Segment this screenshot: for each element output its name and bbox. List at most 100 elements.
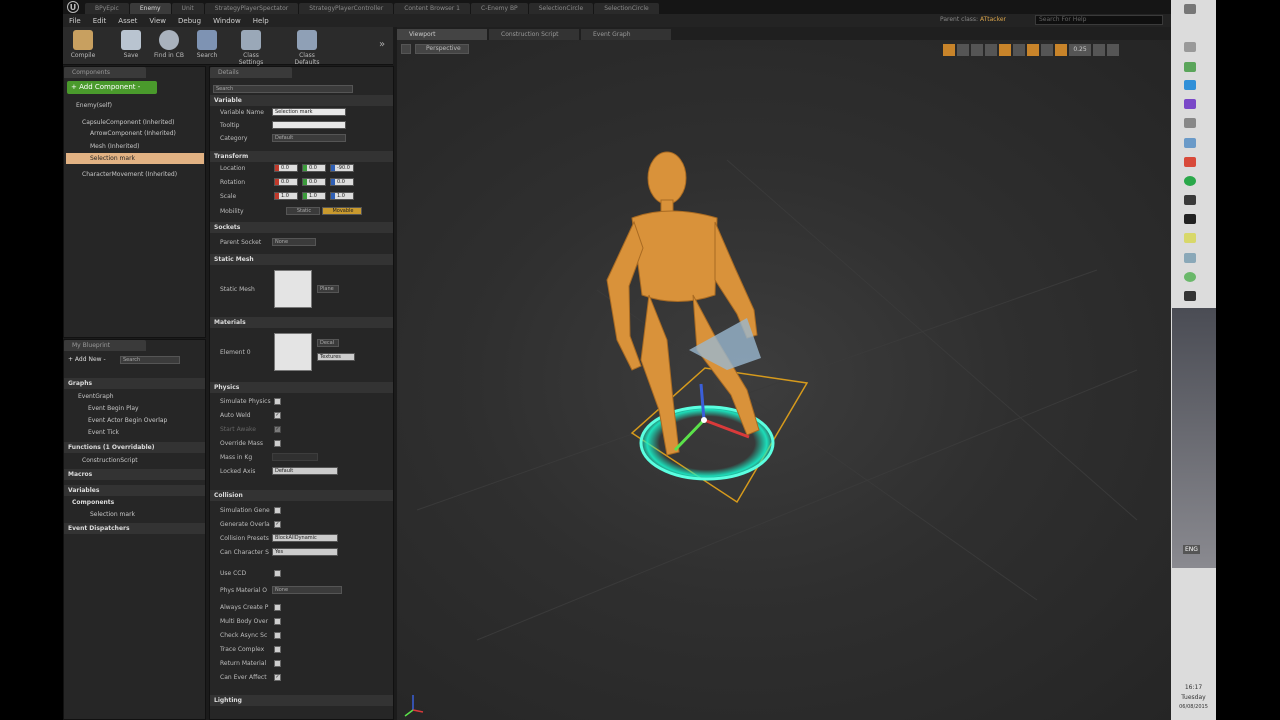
component-item-selected[interactable]: Selection mark (66, 153, 204, 164)
search-button[interactable]: Search (187, 30, 227, 59)
materials-section[interactable]: Materials (210, 317, 393, 328)
component-item[interactable]: CapsuleComponent (Inherited) (64, 117, 174, 128)
variable-group[interactable]: Components (64, 497, 114, 508)
component-item[interactable]: Mesh (Inherited) (64, 141, 139, 152)
doc-tab-active[interactable]: Enemy (129, 3, 171, 14)
variable-name-field[interactable]: Selection mark (272, 108, 346, 116)
start-icon[interactable] (1184, 4, 1196, 14)
event-dispatchers-section[interactable]: Event Dispatchers (64, 523, 205, 534)
graph-item[interactable]: EventGraph (64, 391, 114, 402)
category-dropdown[interactable]: Default (272, 134, 346, 142)
location-y-field[interactable]: 0.0 (302, 164, 326, 172)
collision-checkbox[interactable] (274, 604, 281, 611)
taskbar-app-icon[interactable] (1184, 62, 1196, 72)
location-x-field[interactable]: 0.0 (274, 164, 298, 172)
location-z-field[interactable]: -90.0 (330, 164, 354, 172)
taskbar-app-icon[interactable] (1184, 42, 1196, 52)
simulate-physics-checkbox[interactable] (274, 398, 281, 405)
component-item[interactable]: CharacterMovement (Inherited) (64, 169, 177, 180)
collision-checkbox[interactable] (274, 632, 281, 639)
static-mesh-thumbnail[interactable] (274, 270, 312, 308)
taskbar-app-icon[interactable] (1184, 291, 1196, 301)
menu-file[interactable]: File (63, 17, 87, 25)
doc-tab[interactable]: Content Browser 1 (394, 3, 470, 14)
taskbar-app-icon[interactable] (1184, 253, 1196, 263)
compile-button[interactable]: Compile (63, 30, 103, 59)
menu-view[interactable]: View (143, 17, 172, 25)
rotation-z-field[interactable]: 0.0 (330, 178, 354, 186)
taskbar-app-icon[interactable] (1184, 233, 1196, 243)
material-dropdown[interactable]: Decal (317, 339, 339, 347)
taskbar-app-icon[interactable] (1184, 80, 1196, 90)
find-in-cb-button[interactable]: Find in CB (149, 30, 189, 59)
mobility-movable-button[interactable]: Movable (322, 207, 362, 215)
rotation-x-field[interactable]: 0.0 (274, 178, 298, 186)
tab-event-graph[interactable]: Event Graph (581, 29, 671, 40)
add-component-button[interactable]: + Add Component - (67, 81, 157, 94)
graph-item[interactable]: Event Actor Begin Overlap (64, 415, 167, 426)
function-item[interactable]: ConstructionScript (64, 455, 138, 466)
menu-debug[interactable]: Debug (172, 17, 207, 25)
static-mesh-section[interactable]: Static Mesh (210, 254, 393, 265)
details-search-input[interactable]: Search (213, 85, 353, 93)
collision-section[interactable]: Collision (210, 490, 393, 501)
taskbar-app-icon[interactable] (1184, 214, 1196, 224)
taskbar-app-icon[interactable] (1184, 138, 1196, 148)
taskbar-app-icon[interactable] (1184, 157, 1196, 167)
locked-axis-dropdown[interactable]: Default (272, 467, 338, 475)
graph-item[interactable]: Event Tick (64, 427, 119, 438)
tab-viewport[interactable]: Viewport (397, 29, 487, 40)
macros-section[interactable]: Macros (64, 469, 205, 480)
menu-asset[interactable]: Asset (112, 17, 143, 25)
variable-item[interactable]: Selection mark (64, 509, 135, 520)
start-awake-checkbox[interactable]: ✓ (274, 426, 281, 433)
scale-y-field[interactable]: 1.0 (302, 192, 326, 200)
doc-tab[interactable]: StrategyPlayerSpectator (204, 3, 299, 14)
can-character-dropdown[interactable]: Yes (272, 548, 338, 556)
doc-tab[interactable]: SelectionCircle (594, 3, 659, 14)
variable-section[interactable]: Variable (210, 95, 393, 106)
functions-section[interactable]: Functions (1 Overridable) (64, 442, 205, 453)
static-mesh-dropdown[interactable]: Plane (317, 285, 339, 293)
class-settings-button[interactable]: Class Settings (231, 30, 271, 66)
collision-checkbox[interactable] (274, 660, 281, 667)
doc-tab[interactable]: StrategyPlayerController (299, 3, 394, 14)
taskbar-app-icon[interactable] (1184, 118, 1196, 128)
auto-weld-checkbox[interactable]: ✓ (274, 412, 281, 419)
clock-time[interactable]: 16:17 (1171, 684, 1216, 691)
doc-tab[interactable]: Unit (171, 3, 204, 14)
graphs-section[interactable]: Graphs (64, 378, 205, 389)
graph-item[interactable]: Event Begin Play (64, 403, 139, 414)
tab-construction-script[interactable]: Construction Script (489, 29, 579, 40)
tooltip-field[interactable] (272, 121, 346, 129)
parent-socket-field[interactable]: None (272, 238, 316, 246)
component-item[interactable]: Enemy(self) (64, 100, 112, 111)
collision-checkbox[interactable] (274, 507, 281, 514)
collision-checkbox[interactable] (274, 618, 281, 625)
scale-x-field[interactable]: 1.0 (274, 192, 298, 200)
parent-class-value[interactable]: ATtacker (980, 16, 1006, 23)
component-item[interactable]: ArrowComponent (Inherited) (64, 128, 176, 139)
menu-edit[interactable]: Edit (87, 17, 113, 25)
variables-section[interactable]: Variables (64, 485, 205, 496)
transform-section[interactable]: Transform (210, 151, 393, 162)
taskbar-app-icon[interactable] (1184, 99, 1196, 109)
collision-checkbox[interactable] (274, 570, 281, 577)
mobility-static-button[interactable]: Static (286, 207, 320, 215)
collision-checkbox[interactable]: ✓ (274, 521, 281, 528)
doc-tab[interactable]: BPyEpic (85, 3, 129, 14)
details-tab[interactable]: Details (210, 67, 292, 78)
textures-dropdown[interactable]: Textures (317, 353, 355, 361)
phys-material-dropdown[interactable]: None (272, 586, 342, 594)
save-button[interactable]: Save (111, 30, 151, 59)
sockets-section[interactable]: Sockets (210, 222, 393, 233)
menu-window[interactable]: Window (207, 17, 247, 25)
rotation-y-field[interactable]: 0.0 (302, 178, 326, 186)
add-new-button[interactable]: + Add New - (68, 354, 106, 365)
viewport-scene[interactable]: Perspective 0.25 (397, 40, 1171, 720)
collision-checkbox[interactable]: ✓ (274, 674, 281, 681)
doc-tab[interactable]: C-Enemy BP (471, 3, 528, 14)
mass-in-kg-field[interactable] (272, 453, 318, 461)
class-defaults-button[interactable]: Class Defaults (287, 30, 327, 66)
help-search-input[interactable]: Search For Help (1035, 15, 1163, 25)
